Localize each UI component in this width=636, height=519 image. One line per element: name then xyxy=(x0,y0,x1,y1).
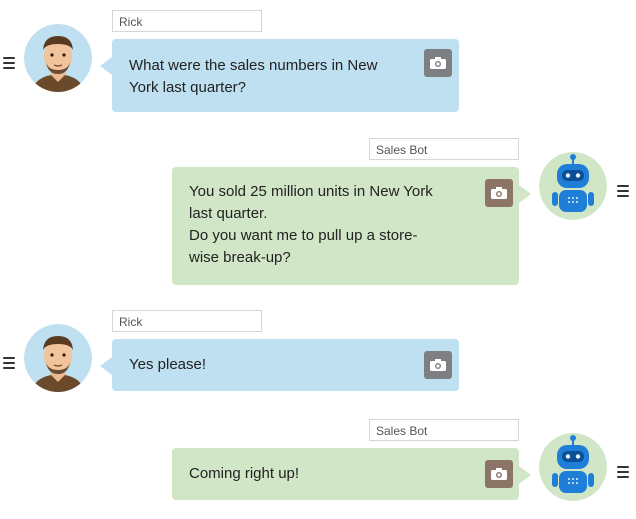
bubble-tail xyxy=(519,185,531,203)
message-text: Coming right up! xyxy=(189,465,300,482)
camera-icon xyxy=(491,187,507,199)
camera-icon xyxy=(491,468,507,480)
camera-button[interactable] xyxy=(485,460,513,488)
robot-avatar-icon xyxy=(539,433,607,501)
robot-avatar-icon xyxy=(539,152,607,220)
camera-button[interactable] xyxy=(485,179,513,207)
bot-avatar[interactable] xyxy=(539,152,607,220)
message-text: You sold 25 million units in New York la… xyxy=(189,183,433,266)
hamburger-icon[interactable] xyxy=(617,466,629,478)
bot-avatar[interactable] xyxy=(539,433,607,501)
chat-message-bot: Sales Bot Coming right up! xyxy=(0,300,636,510)
message-bubble: You sold 25 million units in New York la… xyxy=(172,167,531,285)
chat-message-bot: Sales Bot You sold 25 million units in N… xyxy=(0,0,636,290)
sender-name-field[interactable]: Sales Bot xyxy=(369,419,519,441)
sender-name-field[interactable]: Sales Bot xyxy=(369,138,519,160)
bubble-tail xyxy=(519,466,531,484)
message-bubble: Coming right up! xyxy=(172,448,531,500)
hamburger-icon[interactable] xyxy=(617,185,629,197)
